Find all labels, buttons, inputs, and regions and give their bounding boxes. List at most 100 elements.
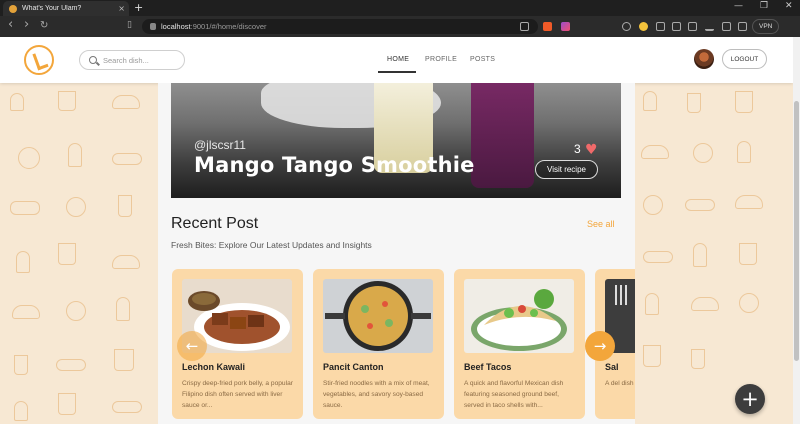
extension-icon[interactable] [639,22,648,31]
taco-icon [735,195,763,209]
browser-toolbar: ‹ › ↻ ▯ localhost :9001/#/home/discover … [0,16,800,37]
site-favicon-icon [9,4,17,13]
user-avatar[interactable] [694,49,714,69]
see-all-link[interactable]: See all [587,219,615,229]
recipe-name: Sal [605,362,619,372]
fries-icon [58,91,76,111]
bookmark-icon[interactable]: ▯ [127,20,132,30]
recipe-name: Pancit Canton [323,362,384,372]
wallet-icon[interactable] [738,22,747,31]
fries-icon [58,393,76,415]
maximize-window-icon[interactable]: ❐ [760,1,768,11]
brave-shield-icon[interactable] [543,22,552,31]
ice-cream-icon [14,401,28,421]
app-header: HOME PROFILE POSTS LOGOUT [0,37,793,83]
hotdog-icon [685,199,715,211]
nav-posts[interactable]: POSTS [470,56,495,63]
drink-icon [687,93,701,113]
url-host: localhost [161,22,191,31]
recent-post-heading: Recent Post [171,215,259,232]
donut-icon [66,301,86,321]
app-logo-icon[interactable] [24,45,54,75]
ice-cream-icon [116,297,130,321]
close-window-icon[interactable]: ✕ [785,1,793,11]
reload-icon[interactable]: ↻ [40,20,48,31]
minimize-window-icon[interactable]: — [734,1,743,11]
hotdog-icon [643,251,673,263]
browser-tab[interactable]: What's Your Ulam? × [3,1,129,16]
extension-icon[interactable] [656,22,665,31]
recipe-card[interactable]: Pancit Canton Stir-fried noodles with a … [313,269,444,419]
forward-icon[interactable]: › [24,17,29,32]
recipe-image [464,279,574,353]
logout-button[interactable]: LOGOUT [722,49,767,69]
extensions-icon[interactable] [688,22,697,31]
recipe-name: Beef Tacos [464,362,512,372]
drink-icon [118,195,132,217]
hotdog-icon [112,401,142,413]
popsicle-icon [16,251,30,273]
fries-icon [735,91,753,113]
fries-icon [643,345,661,367]
search-icon [89,56,97,64]
address-bar[interactable]: localhost :9001/#/home/discover [142,19,538,34]
nav-profile[interactable]: PROFILE [425,56,457,63]
add-post-button[interactable]: + [735,384,765,414]
hero-glass-image [471,83,534,188]
drink-icon [691,349,705,369]
nav-home[interactable]: HOME [387,56,409,63]
featured-recipe-banner[interactable]: @jlscsr11 Mango Tango Smoothie 3 ♥ Visit… [171,83,621,198]
donut-icon [66,197,86,217]
donut-icon [643,195,663,215]
popsicle-icon [645,293,659,315]
hotdog-icon [10,201,40,215]
back-icon[interactable]: ‹ [8,17,13,32]
share-icon[interactable] [520,22,529,31]
recipe-description: Stir-fried noodles with a mix of meat, v… [323,380,430,409]
new-tab-button[interactable]: + [134,1,143,14]
vpn-button[interactable]: VPN [752,19,780,34]
drink-icon [14,355,28,375]
carousel-next-button[interactable]: → [585,331,615,361]
browser-tab-bar: What's Your Ulam? × + — ❐ ✕ [0,0,800,16]
taco-icon [641,145,669,159]
fries-icon [114,349,134,371]
taco-icon [112,95,140,109]
extension-icon[interactable] [622,22,631,31]
close-tab-icon[interactable]: × [118,4,125,13]
food-pattern-left [0,83,158,424]
ice-cream-icon [643,91,657,111]
visit-recipe-button[interactable]: Visit recipe [535,160,598,179]
scrollbar-thumb[interactable] [794,101,799,361]
tab-title: What's Your Ulam? [22,5,82,12]
like-count: 3 [574,142,581,156]
featured-title: Mango Tango Smoothie [194,153,475,177]
discover-content: @jlscsr11 Mango Tango Smoothie 3 ♥ Visit… [158,83,635,424]
site-info-icon[interactable] [150,23,156,30]
donut-icon [18,147,40,169]
recipe-name: Lechon Kawali [182,362,246,372]
ice-cream-icon [693,243,707,267]
food-pattern-right [635,83,793,424]
brave-rewards-icon[interactable] [561,22,570,31]
donut-icon [739,293,759,313]
recipe-description: Crispy deep-fried pork belly, a popular … [182,380,293,409]
hotdog-icon [112,153,142,165]
search-input[interactable] [103,55,173,65]
sidebar-icon[interactable] [722,22,731,31]
recipe-description: A del dish t glaze [605,380,635,387]
donut-icon [693,143,713,163]
fries-icon [739,243,757,265]
download-icon[interactable] [705,22,714,31]
url-path: :9001/#/home/discover [190,22,267,31]
search-bar[interactable] [79,50,185,70]
popsicle-icon [737,141,751,163]
fries-icon [58,243,76,265]
extension-icon[interactable] [672,22,681,31]
carousel-prev-button[interactable]: ← [177,331,207,361]
ice-cream-icon [10,93,24,111]
taco-icon [12,305,40,319]
heart-icon[interactable]: ♥ [585,143,598,157]
recipe-card[interactable]: Beef Tacos A quick and flavorful Mexican… [454,269,585,419]
featured-username[interactable]: @jlscsr11 [194,138,246,152]
